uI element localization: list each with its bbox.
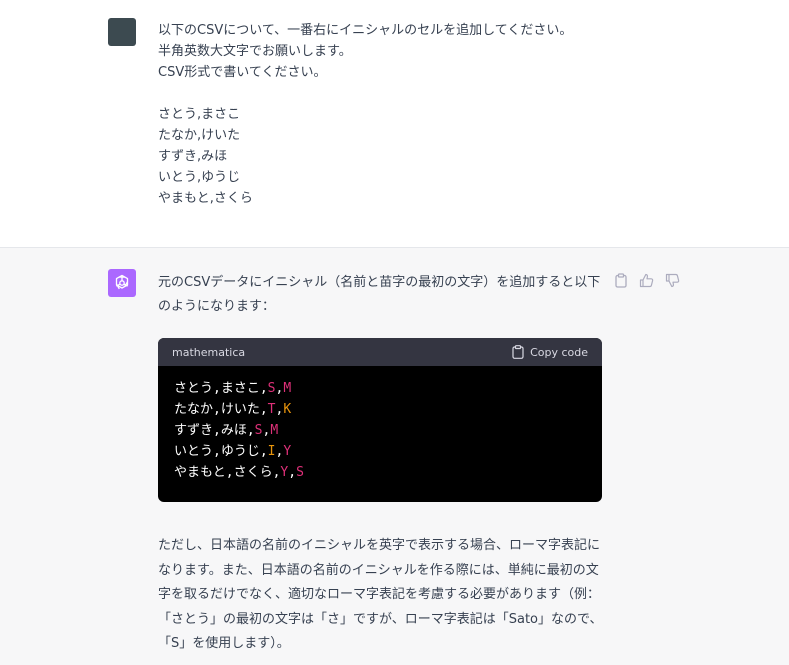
code-block-header: mathematica Copy code [158, 338, 602, 366]
user-message-line: いとう,ゆうじ [158, 170, 241, 185]
assistant-message-row: 元のCSVデータにイニシャル（名前と苗字の最初の文字）を追加すると以下のようにな… [0, 248, 789, 665]
code-block: mathematica Copy code さとう,まさこ,S,M たなか,けい… [158, 338, 602, 502]
code-line: さとう,まさこ,S,M [174, 378, 586, 399]
user-message-line: 以下のCSVについて、一番右にイニシャルのセルを追加してください。 [158, 23, 573, 38]
openai-logo-icon [115, 274, 129, 290]
user-message-line: 半角英数大文字でお願いします。 [158, 44, 352, 59]
code-text: すずき,みほ, [174, 423, 255, 438]
user-message-line: たなか,けいた [158, 128, 241, 143]
code-text: いとう,ゆうじ, [174, 444, 268, 459]
initial-last: M [283, 381, 292, 396]
copy-code-label: Copy code [530, 345, 588, 359]
user-message-line: すずき,みほ [158, 149, 228, 164]
user-message-blank-line [158, 83, 608, 104]
assistant-body-text: ただし、日本語の名前のイニシャルを英字で表示する場合、ローマ字表記になります。ま… [158, 538, 603, 651]
clipboard-icon[interactable] [612, 272, 629, 289]
code-text: たなか,けいた, [174, 402, 268, 417]
copy-code-button[interactable]: Copy code [512, 345, 588, 359]
code-text: さとう,まさこ, [174, 381, 268, 396]
initial-last: Y [283, 444, 292, 459]
code-line: やまもと,さくら,Y,S [174, 462, 586, 483]
user-avatar [108, 18, 136, 46]
initial-last: S [296, 465, 304, 480]
user-message-text: 以下のCSVについて、一番右にイニシャルのセルを追加してください。 半角英数大文… [158, 20, 608, 209]
initial-last: K [283, 402, 292, 417]
assistant-intro-text: 元のCSVデータにイニシャル（名前と苗字の最初の文字）を追加すると以下のようにな… [158, 275, 601, 314]
assistant-avatar [108, 269, 136, 297]
code-content: さとう,まさこ,S,M たなか,けいた,T,K すずき,みほ,S,M いとう,ゆ… [158, 366, 602, 495]
clipboard-icon [512, 345, 524, 359]
message-actions [612, 272, 681, 289]
user-message-line: CSV形式で書いてください。 [158, 65, 327, 80]
code-line: すずき,みほ,S,M [174, 420, 586, 441]
thumbs-down-icon[interactable] [664, 272, 681, 289]
code-line: いとう,ゆうじ,I,Y [174, 441, 586, 462]
code-text: やまもと,さくら, [174, 465, 281, 480]
initial-last: M [270, 423, 279, 438]
user-message-line: さとう,まさこ [158, 107, 241, 122]
code-language-label: mathematica [172, 345, 246, 359]
code-line: たなか,けいた,T,K [174, 399, 586, 420]
user-message-line: やまもと,さくら [158, 191, 253, 206]
user-message-row: 以下のCSVについて、一番右にイニシャルのセルを追加してください。 半角英数大文… [0, 0, 789, 248]
thumbs-up-icon[interactable] [638, 272, 655, 289]
code-separator: , [288, 465, 297, 480]
